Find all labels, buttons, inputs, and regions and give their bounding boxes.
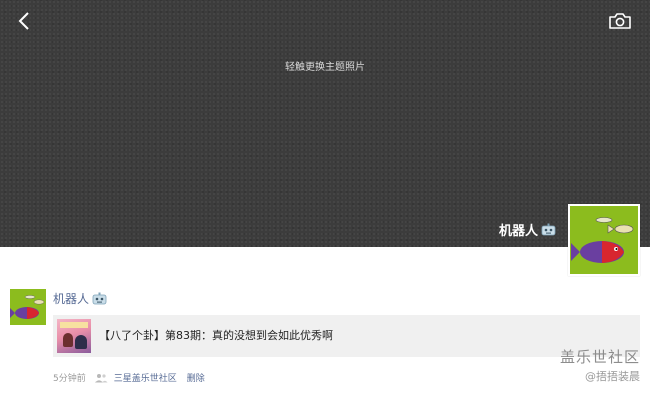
post-time: 5分钟前	[53, 374, 86, 384]
post-author-avatar[interactable]	[10, 289, 46, 325]
camera-button[interactable]	[607, 10, 633, 32]
back-button[interactable]	[14, 10, 36, 32]
chevron-left-icon	[18, 12, 29, 30]
post-author-text: 机器人	[53, 292, 90, 306]
shared-link-card[interactable]: 【八了个卦】第83期：真的没想到会如此优秀啊	[53, 315, 640, 357]
watermark-sub: @捂捂装晨	[585, 370, 640, 383]
link-title: 【八了个卦】第83期：真的没想到会如此优秀啊	[99, 329, 333, 342]
profile-avatar[interactable]	[568, 204, 640, 276]
people-icon	[94, 373, 108, 383]
robot-emoji-icon	[541, 223, 556, 236]
profile-name-text: 机器人	[498, 224, 538, 239]
camera-icon	[609, 13, 631, 29]
robot-emoji-icon	[92, 292, 107, 305]
post-author-name[interactable]: 机器人	[53, 290, 107, 307]
cover-photo[interactable]	[0, 0, 650, 247]
profile-name: 机器人	[499, 220, 556, 239]
post-meta: 5分钟前 三星盖乐世社区 删除	[53, 371, 205, 384]
watermark-main: 盖乐世社区	[559, 348, 640, 366]
visibility-group-link[interactable]: 三星盖乐世社区	[114, 371, 177, 384]
watermark: 盖乐世社区 @捂捂装晨	[560, 346, 640, 384]
delete-button[interactable]: 删除	[187, 371, 205, 384]
change-cover-hint[interactable]: 轻触更换主题照片	[0, 58, 650, 73]
link-thumbnail	[57, 319, 91, 353]
